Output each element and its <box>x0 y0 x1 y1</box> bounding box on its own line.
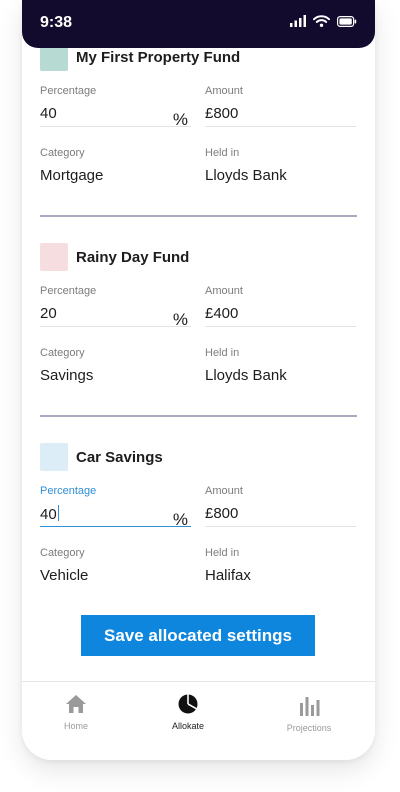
percent-sign: % <box>172 310 188 329</box>
fund-color-swatch <box>40 443 68 471</box>
signal-icon <box>290 15 306 27</box>
fund-header: Rainy Day Fund <box>40 243 189 271</box>
amount-value: £800 <box>205 505 239 522</box>
fund-divider <box>40 415 357 417</box>
amount-field: Amount £400 <box>205 285 356 327</box>
amount-field: Amount £800 <box>205 85 356 127</box>
text-cursor <box>57 505 60 521</box>
field-underline <box>205 526 356 527</box>
percentage-label: Percentage <box>40 285 97 297</box>
save-allocated-settings-button[interactable]: Save allocated settings <box>81 615 315 656</box>
percentage-input-text: 40 <box>40 506 57 523</box>
percentage-field[interactable]: Percentage 40 % <box>40 485 191 529</box>
percentage-input[interactable]: 40 <box>40 505 191 525</box>
category-label: Category <box>40 147 85 159</box>
category-value[interactable]: Vehicle <box>40 567 191 587</box>
held-in-label: Held in <box>205 547 240 559</box>
status-icons <box>290 15 357 27</box>
wifi-icon <box>313 15 330 27</box>
held-in-field[interactable]: Held in Lloyds Bank <box>205 147 356 187</box>
held-in-value[interactable]: Lloyds Bank <box>205 367 356 387</box>
field-underline <box>40 526 191 527</box>
field-underline <box>205 126 356 127</box>
pie-chart-icon <box>178 694 198 714</box>
amount-label: Amount <box>205 85 243 97</box>
fund-name: Car Savings <box>76 448 163 466</box>
battery-icon <box>337 15 357 27</box>
fund-divider <box>40 215 357 217</box>
status-time: 9:38 <box>40 14 73 31</box>
percent-sign: % <box>172 110 188 129</box>
fund-header: Car Savings <box>40 443 163 471</box>
phone-frame: 9:38 My First Property Fund Percentage 4… <box>22 0 375 760</box>
amount-field: Amount £800 <box>205 485 356 527</box>
percentage-label: Percentage <box>40 85 97 97</box>
held-in-value[interactable]: Halifax <box>205 567 356 587</box>
category-field[interactable]: Category Vehicle <box>40 547 191 587</box>
held-in-field[interactable]: Held in Halifax <box>205 547 356 587</box>
bottom-nav: Home Allokate Projections <box>22 681 375 760</box>
fund-name: My First Property Fund <box>76 48 241 66</box>
amount-value: £400 <box>205 305 239 322</box>
field-underline <box>205 326 356 327</box>
held-in-field[interactable]: Held in Lloyds Bank <box>205 347 356 387</box>
nav-projections-label: Projections <box>286 723 332 733</box>
category-value[interactable]: Savings <box>40 367 191 387</box>
home-icon <box>66 695 86 713</box>
nav-allokate[interactable]: Allokate <box>143 694 233 731</box>
category-value[interactable]: Mortgage <box>40 167 191 187</box>
held-in-label: Held in <box>205 347 240 359</box>
amount-value: £800 <box>205 105 239 122</box>
percentage-input[interactable]: 40 <box>40 105 191 125</box>
category-label: Category <box>40 347 85 359</box>
percentage-field[interactable]: Percentage 40 % <box>40 85 191 129</box>
amount-label: Amount <box>205 285 243 297</box>
category-field[interactable]: Category Savings <box>40 347 191 387</box>
field-underline <box>40 126 191 127</box>
nav-projections[interactable]: Projections <box>264 694 354 733</box>
nav-home[interactable]: Home <box>31 694 121 731</box>
percentage-field[interactable]: Percentage 20 % <box>40 285 191 329</box>
percentage-input[interactable]: 20 <box>40 305 191 325</box>
field-underline <box>40 326 191 327</box>
status-bar: 9:38 <box>22 0 375 48</box>
category-field[interactable]: Category Mortgage <box>40 147 191 187</box>
held-in-label: Held in <box>205 147 240 159</box>
fund-color-swatch <box>40 243 68 271</box>
percent-sign: % <box>172 510 188 529</box>
bar-chart-icon <box>300 697 320 716</box>
nav-home-label: Home <box>63 721 88 731</box>
held-in-value[interactable]: Lloyds Bank <box>205 167 356 187</box>
nav-allokate-label: Allokate <box>171 721 205 731</box>
category-label: Category <box>40 547 85 559</box>
amount-label: Amount <box>205 485 243 497</box>
percentage-label: Percentage <box>40 485 97 497</box>
fund-name: Rainy Day Fund <box>76 248 190 266</box>
